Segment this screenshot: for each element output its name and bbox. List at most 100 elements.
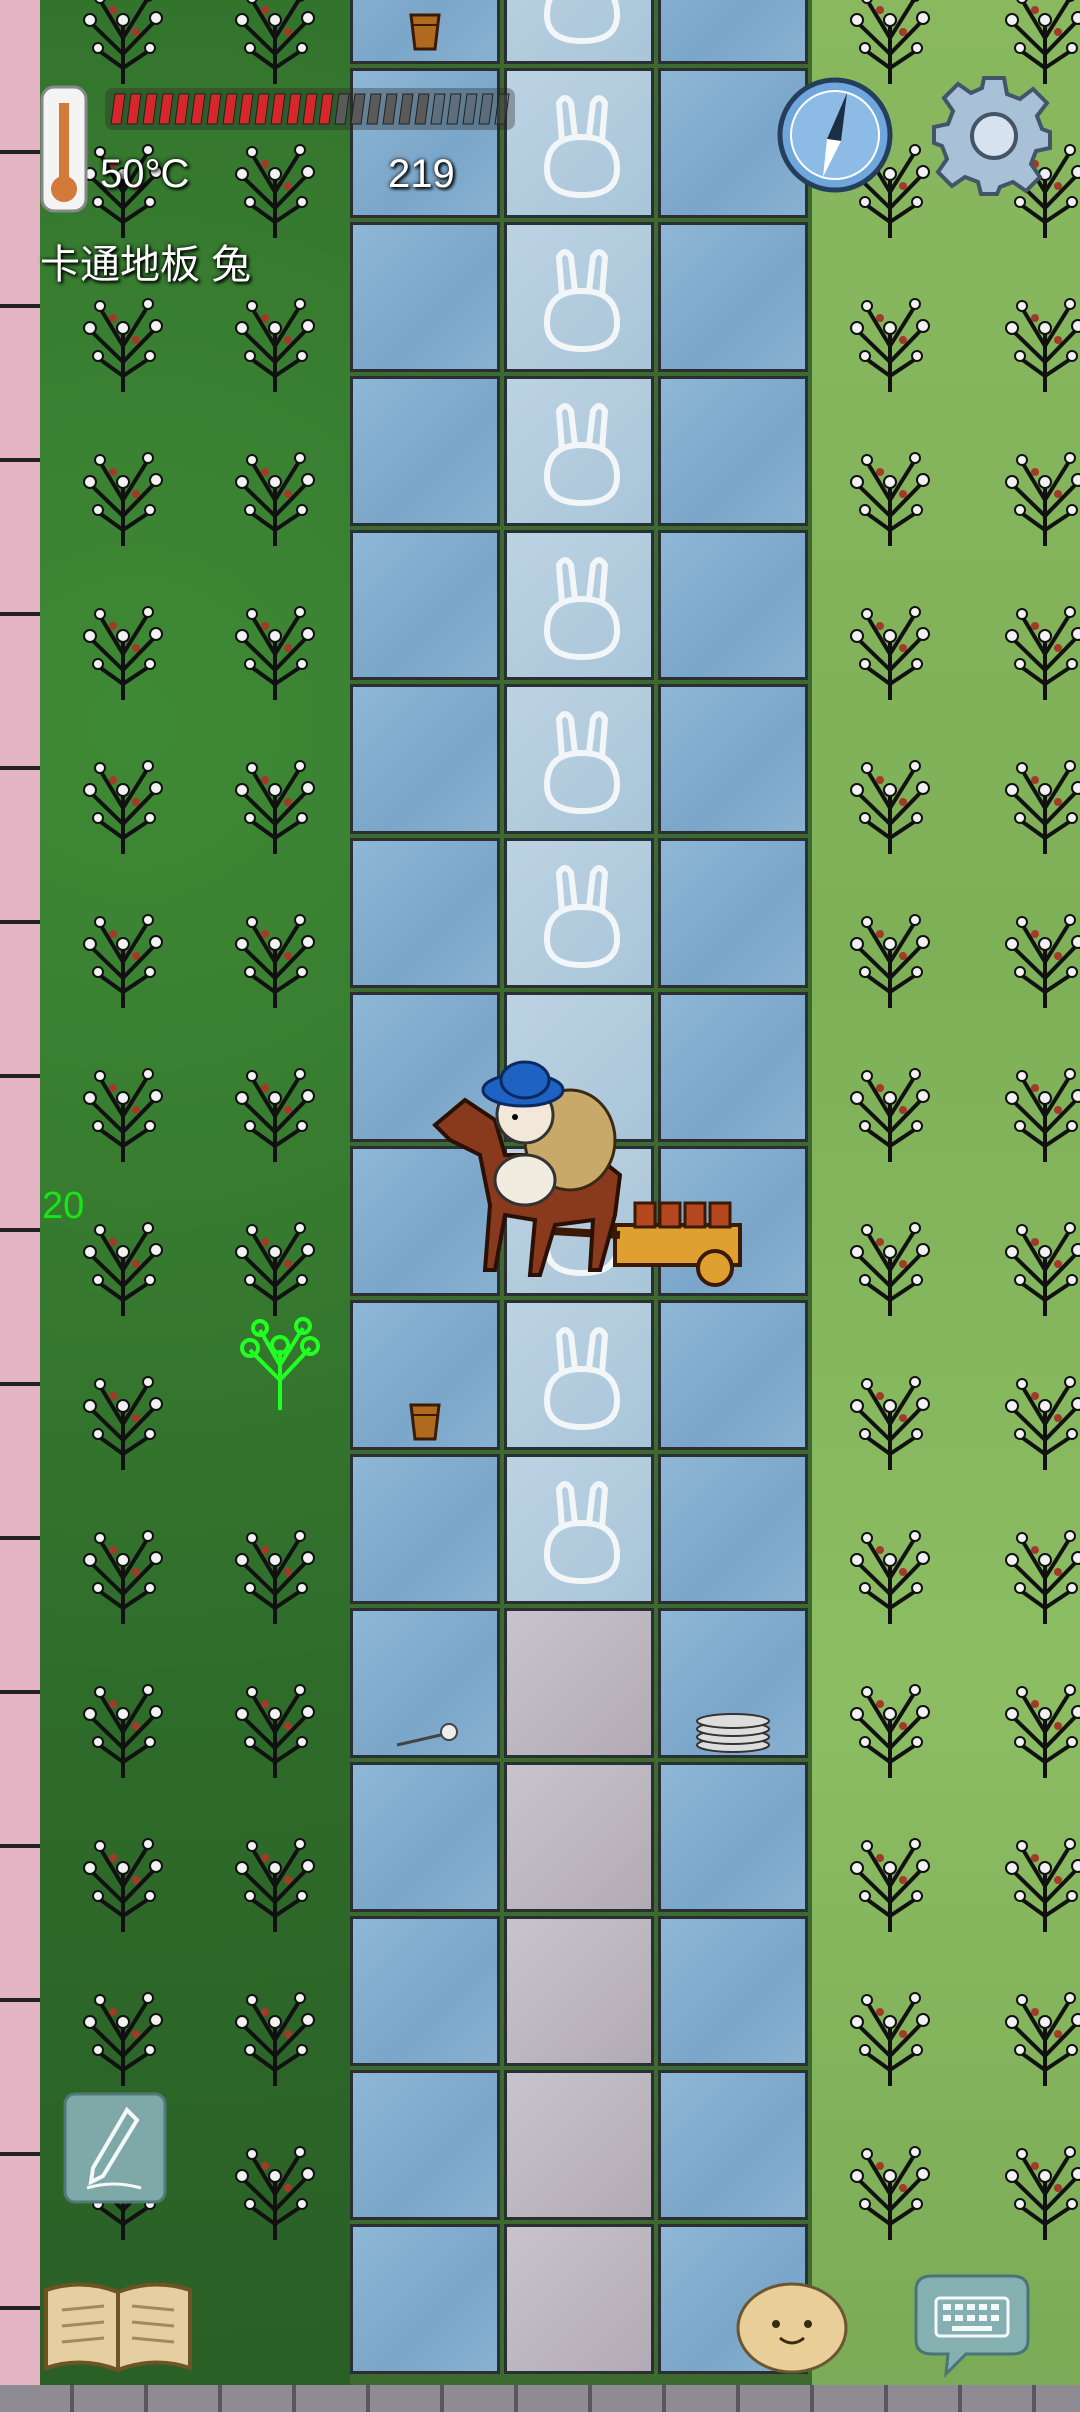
blue-floor-tile[interactable] — [350, 1454, 500, 1604]
bunny-floor-tile[interactable] — [504, 838, 654, 988]
plant-icon[interactable] — [220, 1058, 330, 1168]
bunny-floor-tile[interactable] — [504, 530, 654, 680]
plant-icon[interactable] — [835, 1058, 945, 1168]
blue-floor-tile[interactable] — [350, 1916, 500, 2066]
highlighted-bush[interactable] — [225, 1310, 335, 1420]
plant-icon[interactable] — [990, 904, 1080, 1014]
plant-icon[interactable] — [990, 288, 1080, 398]
plant-icon[interactable] — [990, 1366, 1080, 1476]
blue-floor-tile[interactable] — [658, 222, 808, 372]
plant-icon[interactable] — [990, 1674, 1080, 1784]
plant-icon[interactable] — [220, 904, 330, 1014]
blue-floor-tile[interactable] — [658, 2070, 808, 2220]
plant-icon[interactable] — [220, 134, 330, 244]
bucket-icon[interactable] — [405, 5, 445, 55]
bunny-floor-tile[interactable] — [504, 1300, 654, 1450]
plant-icon[interactable] — [835, 288, 945, 398]
gray-floor-tile[interactable] — [504, 2070, 654, 2220]
blue-floor-tile[interactable] — [350, 2224, 500, 2374]
blue-floor-tile[interactable] — [350, 376, 500, 526]
plant-icon[interactable] — [220, 596, 330, 706]
plant-icon[interactable] — [990, 750, 1080, 860]
plant-icon[interactable] — [220, 0, 330, 90]
plant-icon[interactable] — [990, 1520, 1080, 1630]
blue-floor-tile[interactable] — [658, 1454, 808, 1604]
bunny-floor-tile[interactable] — [504, 376, 654, 526]
plant-icon[interactable] — [68, 1828, 178, 1938]
plant-icon[interactable] — [990, 1058, 1080, 1168]
plant-icon[interactable] — [990, 1212, 1080, 1322]
bucket-icon[interactable] — [405, 1395, 445, 1445]
plant-icon[interactable] — [68, 0, 178, 90]
bunny-floor-tile[interactable] — [504, 684, 654, 834]
plant-icon[interactable] — [220, 288, 330, 398]
plant-icon[interactable] — [220, 1674, 330, 1784]
plant-icon[interactable] — [68, 1212, 178, 1322]
plant-icon[interactable] — [990, 1828, 1080, 1938]
gray-floor-tile[interactable] — [504, 1916, 654, 2066]
blue-floor-tile[interactable] — [658, 1916, 808, 2066]
blue-floor-tile[interactable] — [350, 530, 500, 680]
plant-icon[interactable] — [835, 2136, 945, 2246]
plant-icon[interactable] — [835, 1366, 945, 1476]
plant-icon[interactable] — [68, 1366, 178, 1476]
blue-floor-tile[interactable] — [350, 684, 500, 834]
compass-icon[interactable] — [775, 75, 895, 195]
gray-floor-tile[interactable] — [504, 1608, 654, 1758]
pencil-icon[interactable] — [63, 2092, 167, 2204]
blue-floor-tile[interactable] — [658, 684, 808, 834]
plant-icon[interactable] — [835, 904, 945, 1014]
plant-icon[interactable] — [220, 1212, 330, 1322]
blue-floor-tile[interactable] — [658, 1762, 808, 1912]
plant-icon[interactable] — [220, 750, 330, 860]
player-horse-cart[interactable] — [425, 1035, 745, 1300]
book-icon[interactable] — [42, 2276, 194, 2376]
plant-icon[interactable] — [835, 596, 945, 706]
plant-icon[interactable] — [220, 1828, 330, 1938]
blue-floor-tile[interactable] — [658, 1300, 808, 1450]
blue-floor-tile[interactable] — [350, 2070, 500, 2220]
gray-floor-tile[interactable] — [504, 2224, 654, 2374]
blue-floor-tile[interactable] — [350, 838, 500, 988]
plant-icon[interactable] — [68, 288, 178, 398]
plant-icon[interactable] — [835, 1520, 945, 1630]
plant-icon[interactable] — [835, 1828, 945, 1938]
bunny-floor-tile[interactable] — [504, 222, 654, 372]
plant-icon[interactable] — [68, 442, 178, 552]
plant-icon[interactable] — [220, 2136, 330, 2246]
emote-face-icon[interactable] — [734, 2276, 850, 2376]
plant-icon[interactable] — [835, 750, 945, 860]
plant-icon[interactable] — [68, 1674, 178, 1784]
bunny-floor-tile[interactable] — [504, 68, 654, 218]
plant-icon[interactable] — [220, 442, 330, 552]
blue-floor-tile[interactable] — [350, 222, 500, 372]
keyboard-icon[interactable] — [906, 2270, 1038, 2382]
plant-icon[interactable] — [68, 904, 178, 1014]
plant-icon[interactable] — [835, 1212, 945, 1322]
plant-icon[interactable] — [68, 1982, 178, 2092]
blue-floor-tile[interactable] — [658, 530, 808, 680]
blue-floor-tile[interactable] — [350, 1762, 500, 1912]
blue-floor-tile[interactable] — [658, 376, 808, 526]
game-world[interactable] — [0, 0, 1080, 2412]
plant-icon[interactable] — [220, 1982, 330, 2092]
bunny-floor-tile[interactable] — [504, 0, 654, 64]
blue-floor-tile[interactable] — [658, 838, 808, 988]
plant-icon[interactable] — [68, 1520, 178, 1630]
plate-stack-item[interactable] — [693, 1705, 773, 1755]
plant-icon[interactable] — [990, 2136, 1080, 2246]
plant-icon[interactable] — [68, 750, 178, 860]
blue-floor-tile[interactable] — [658, 0, 808, 64]
gray-floor-tile[interactable] — [504, 1762, 654, 1912]
plant-icon[interactable] — [68, 596, 178, 706]
plant-icon[interactable] — [990, 596, 1080, 706]
plant-icon[interactable] — [835, 1674, 945, 1784]
gear-icon[interactable] — [932, 72, 1056, 196]
plant-icon[interactable] — [220, 1520, 330, 1630]
plant-icon[interactable] — [835, 1982, 945, 2092]
bunny-floor-tile[interactable] — [504, 1454, 654, 1604]
plant-icon[interactable] — [990, 442, 1080, 552]
plant-icon[interactable] — [835, 442, 945, 552]
plant-icon[interactable] — [990, 1982, 1080, 2092]
plant-icon[interactable] — [68, 1058, 178, 1168]
